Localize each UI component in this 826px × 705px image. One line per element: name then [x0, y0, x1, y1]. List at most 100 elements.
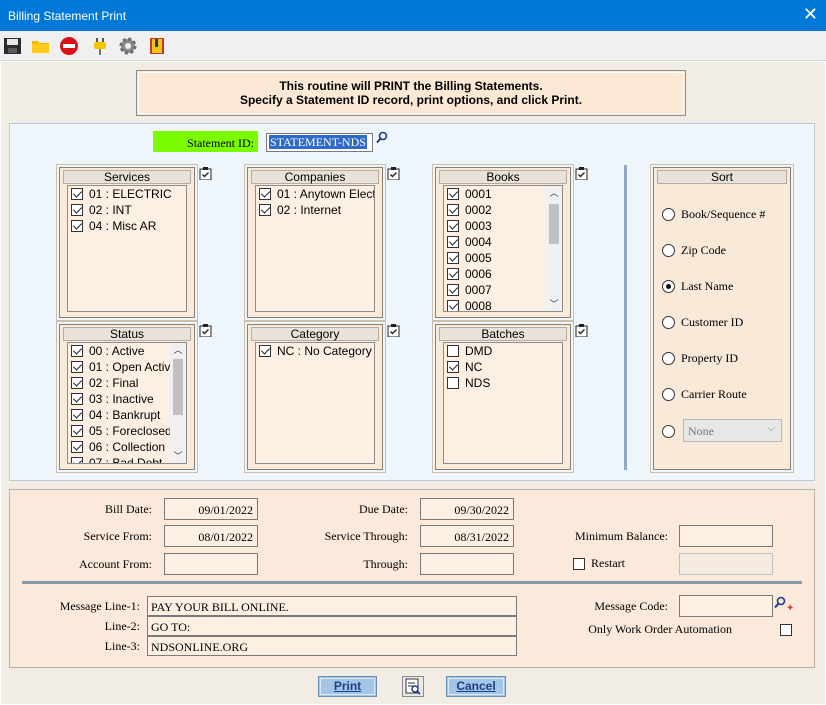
list-item[interactable]: 03 : Inactive — [68, 391, 186, 407]
message-line-1-field[interactable]: PAY YOUR BILL ONLINE. — [147, 596, 517, 616]
clipboard-check-icon[interactable] — [199, 324, 212, 338]
checkbox[interactable] — [447, 204, 459, 216]
radio[interactable] — [662, 244, 675, 257]
gear-icon[interactable] — [118, 36, 138, 56]
scroll-thumb[interactable] — [173, 359, 183, 415]
sort-option-book-sequence[interactable]: Book/Sequence # — [662, 207, 792, 222]
service-through-field[interactable]: 08/31/2022 — [420, 525, 514, 547]
clipboard-check-icon[interactable] — [199, 167, 212, 181]
books-scrollbar[interactable]: ︿ ﹀ — [546, 186, 562, 311]
radio[interactable] — [662, 352, 675, 365]
checkbox[interactable] — [71, 425, 83, 437]
due-date-field[interactable]: 09/30/2022 — [420, 498, 514, 520]
radio[interactable] — [662, 280, 675, 293]
list-item[interactable]: 04 : Bankrupt — [68, 407, 186, 423]
list-item[interactable]: 0006 — [444, 266, 562, 282]
checkbox[interactable] — [447, 361, 459, 373]
checkbox[interactable] — [71, 457, 83, 463]
open-folder-icon[interactable] — [31, 36, 51, 56]
sparkle-icon[interactable]: ✦ — [786, 604, 794, 614]
scroll-down-icon[interactable]: ﹀ — [170, 449, 186, 463]
list-item[interactable]: 0008 — [444, 298, 562, 311]
book-icon[interactable] — [147, 36, 167, 56]
message-line-3-field[interactable]: NDSONLINE.ORG — [147, 636, 517, 656]
checkbox[interactable] — [447, 300, 459, 311]
sort-option-zip-code[interactable]: Zip Code — [662, 243, 792, 258]
print-preview-icon[interactable] — [402, 676, 424, 697]
scroll-up-icon[interactable]: ︿ — [546, 186, 562, 200]
sort-none-select[interactable]: None ⌵ — [683, 419, 782, 442]
checkbox[interactable] — [447, 345, 459, 357]
checkbox[interactable] — [71, 204, 83, 216]
print-button[interactable]: Print — [318, 676, 377, 697]
clipboard-check-icon[interactable] — [387, 167, 400, 181]
checkbox[interactable] — [259, 345, 271, 357]
radio[interactable] — [662, 388, 675, 401]
clipboard-check-icon[interactable] — [387, 324, 400, 338]
restart-field[interactable] — [679, 553, 773, 575]
scroll-up-icon[interactable]: ︿ — [170, 343, 186, 357]
sort-option-carrier-route[interactable]: Carrier Route — [662, 387, 792, 402]
checkbox[interactable] — [447, 220, 459, 232]
checkbox[interactable] — [71, 345, 83, 357]
list-item[interactable]: 01 : Open Activit — [68, 359, 186, 375]
list-item[interactable]: 01 : Anytown Electr — [256, 186, 374, 202]
status-scrollbar[interactable]: ︿ ﹀ — [170, 343, 186, 463]
search-icon[interactable] — [774, 596, 786, 612]
checkbox[interactable] — [447, 252, 459, 264]
checkbox[interactable] — [71, 409, 83, 421]
clipboard-check-icon[interactable] — [575, 324, 588, 338]
sort-option-last-name[interactable]: Last Name — [662, 279, 792, 294]
list-item[interactable]: NC : No Category — [256, 343, 374, 359]
checkbox[interactable] — [259, 204, 271, 216]
list-item[interactable]: NC — [444, 359, 562, 375]
checkbox[interactable] — [447, 188, 459, 200]
list-item[interactable]: 0002 — [444, 202, 562, 218]
stop-icon[interactable] — [59, 36, 79, 56]
checkbox[interactable] — [447, 268, 459, 280]
list-item[interactable]: 0004 — [444, 234, 562, 250]
message-line-2-field[interactable]: GO TO: — [147, 616, 517, 636]
list-item[interactable]: 0003 — [444, 218, 562, 234]
list-item[interactable]: 02 : INT — [68, 202, 186, 218]
checkbox[interactable] — [259, 188, 271, 200]
checkbox[interactable] — [71, 188, 83, 200]
checkbox[interactable] — [71, 377, 83, 389]
search-icon[interactable] — [376, 131, 388, 147]
restart-checkbox[interactable] — [573, 558, 585, 570]
service-from-field[interactable]: 08/01/2022 — [164, 525, 258, 547]
bill-date-field[interactable]: 09/01/2022 — [164, 498, 258, 520]
checkbox[interactable] — [447, 284, 459, 296]
checkbox[interactable] — [71, 361, 83, 373]
list-item[interactable]: 02 : Final — [68, 375, 186, 391]
through-field[interactable] — [420, 553, 514, 575]
list-item[interactable]: 0001 — [444, 186, 562, 202]
list-item[interactable]: DMD — [444, 343, 562, 359]
plug-icon[interactable] — [90, 36, 110, 56]
clipboard-check-icon[interactable] — [575, 167, 588, 181]
minimum-balance-field[interactable] — [679, 525, 773, 547]
radio[interactable] — [662, 208, 675, 221]
list-item[interactable]: 06 : Collection — [68, 439, 186, 455]
list-item[interactable]: 02 : Internet — [256, 202, 374, 218]
sort-option-customer-id[interactable]: Customer ID — [662, 315, 792, 330]
list-item[interactable]: 05 : Foreclosed — [68, 423, 186, 439]
list-item[interactable]: NDS — [444, 375, 562, 391]
work-order-automation-checkbox[interactable] — [780, 624, 793, 636]
list-item[interactable]: 07 : Bad Debt — [68, 455, 186, 463]
radio[interactable] — [662, 316, 675, 329]
cancel-button[interactable]: Cancel — [446, 676, 506, 697]
checkbox[interactable] — [447, 236, 459, 248]
sort-option-none[interactable] — [662, 424, 678, 439]
scroll-thumb[interactable] — [549, 204, 559, 244]
list-item[interactable]: 04 : Misc AR — [68, 218, 186, 234]
scroll-down-icon[interactable]: ﹀ — [546, 297, 562, 311]
checkbox[interactable] — [447, 377, 459, 389]
list-item[interactable]: 01 : ELECTRIC — [68, 186, 186, 202]
statement-id-input[interactable]: STATEMENT-NDS — [266, 133, 373, 152]
list-item[interactable]: 00 : Active — [68, 343, 186, 359]
list-item[interactable]: 0007 — [444, 282, 562, 298]
message-code-field[interactable] — [679, 595, 773, 617]
checkbox[interactable] — [71, 441, 83, 453]
radio[interactable] — [662, 425, 675, 438]
